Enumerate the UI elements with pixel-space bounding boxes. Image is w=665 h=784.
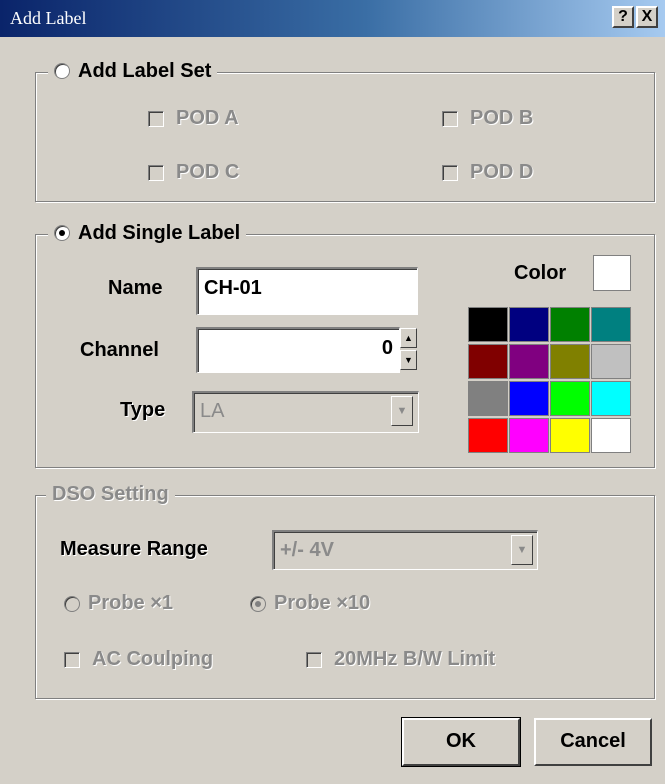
color-swatch[interactable] xyxy=(591,418,631,453)
label-set-group: Add Label Set POD A POD B POD C POD D xyxy=(35,58,655,202)
channel-down-button[interactable]: ▼ xyxy=(400,350,417,370)
type-select[interactable]: LA xyxy=(192,391,419,433)
color-swatch[interactable] xyxy=(550,418,590,453)
add-label-dialog: Add Label ? X Add Label Set POD A POD B … xyxy=(0,0,665,784)
type-value: LA xyxy=(200,400,225,422)
measure-range-select[interactable]: +/- 4V xyxy=(272,530,538,570)
color-swatch[interactable] xyxy=(509,344,549,379)
ac-coupling-checkbox[interactable] xyxy=(64,651,80,668)
pod-c-checkbox[interactable] xyxy=(148,164,164,181)
selected-color-swatch xyxy=(593,255,631,291)
ac-coupling-label: AC Coulping xyxy=(92,648,214,670)
single-label-legend[interactable]: Add Single Label xyxy=(48,220,247,246)
pod-a-label: POD A xyxy=(176,107,239,129)
bw-limit-checkbox[interactable] xyxy=(306,651,322,668)
title-bar[interactable]: Add Label ? X xyxy=(0,0,665,37)
dso-setting-legend: DSO Setting xyxy=(46,481,175,507)
channel-label: Channel xyxy=(80,339,159,361)
measure-range-value: +/- 4V xyxy=(280,539,334,561)
probe-x10-radio[interactable] xyxy=(250,595,266,612)
color-swatch[interactable] xyxy=(550,307,590,342)
label-set-radio[interactable] xyxy=(54,63,70,79)
single-label-radio[interactable] xyxy=(54,225,70,241)
channel-up-button[interactable]: ▲ xyxy=(400,328,417,348)
pod-b-option[interactable]: POD B xyxy=(442,107,533,130)
type-dropdown-arrow-icon[interactable]: ▼ xyxy=(391,396,413,426)
channel-input[interactable]: 0 xyxy=(196,327,400,373)
pod-b-checkbox[interactable] xyxy=(442,110,458,127)
pod-d-option[interactable]: POD D xyxy=(442,161,533,184)
probe-x1-label: Probe ×1 xyxy=(88,592,174,614)
color-swatch[interactable] xyxy=(468,381,508,416)
pod-d-label: POD D xyxy=(470,161,534,183)
name-label: Name xyxy=(108,277,163,299)
type-label: Type xyxy=(120,399,166,421)
color-swatch[interactable] xyxy=(509,418,549,453)
color-swatch[interactable] xyxy=(591,344,631,379)
pod-c-option[interactable]: POD C xyxy=(148,161,239,184)
probe-x1-radio[interactable] xyxy=(64,595,80,612)
color-label: Color xyxy=(514,262,567,284)
probe-x10-label: Probe ×10 xyxy=(274,592,371,614)
color-swatch[interactable] xyxy=(468,307,508,342)
dso-setting-group: DSO Setting Measure Range +/- 4V ▼ Probe… xyxy=(35,481,655,699)
cancel-button[interactable]: Cancel xyxy=(534,718,652,766)
bw-limit-option[interactable]: 20MHz B/W Limit xyxy=(306,648,495,671)
pod-b-label: POD B xyxy=(470,107,534,129)
bw-limit-label: 20MHz B/W Limit xyxy=(334,648,496,670)
probe-x10-option[interactable]: Probe ×10 xyxy=(250,592,370,615)
close-button[interactable]: X xyxy=(636,6,658,28)
color-palette xyxy=(468,307,632,457)
color-swatch[interactable] xyxy=(509,381,549,416)
label-set-legend-text: Add Label Set xyxy=(78,60,212,82)
color-swatch[interactable] xyxy=(591,381,631,416)
pod-c-label: POD C xyxy=(176,161,240,183)
single-label-group: Add Single Label Name CH-01 Channel 0 ▲ … xyxy=(35,220,655,468)
name-input[interactable]: CH-01 xyxy=(196,267,418,315)
window-title: Add Label xyxy=(10,8,87,28)
probe-x1-option[interactable]: Probe ×1 xyxy=(64,592,173,615)
measure-range-dropdown-arrow-icon[interactable]: ▼ xyxy=(511,535,533,565)
color-swatch[interactable] xyxy=(591,307,631,342)
help-button[interactable]: ? xyxy=(612,6,634,28)
label-set-legend[interactable]: Add Label Set xyxy=(48,58,218,84)
pod-a-option[interactable]: POD A xyxy=(148,107,239,130)
single-label-legend-text: Add Single Label xyxy=(78,222,241,244)
ac-coupling-option[interactable]: AC Coulping xyxy=(64,648,213,671)
measure-range-label: Measure Range xyxy=(60,538,208,560)
ok-button[interactable]: OK xyxy=(401,717,521,767)
pod-a-checkbox[interactable] xyxy=(148,110,164,127)
color-swatch[interactable] xyxy=(468,418,508,453)
color-swatch[interactable] xyxy=(468,344,508,379)
pod-d-checkbox[interactable] xyxy=(442,164,458,181)
color-swatch[interactable] xyxy=(550,381,590,416)
color-swatch[interactable] xyxy=(550,344,590,379)
color-swatch[interactable] xyxy=(509,307,549,342)
